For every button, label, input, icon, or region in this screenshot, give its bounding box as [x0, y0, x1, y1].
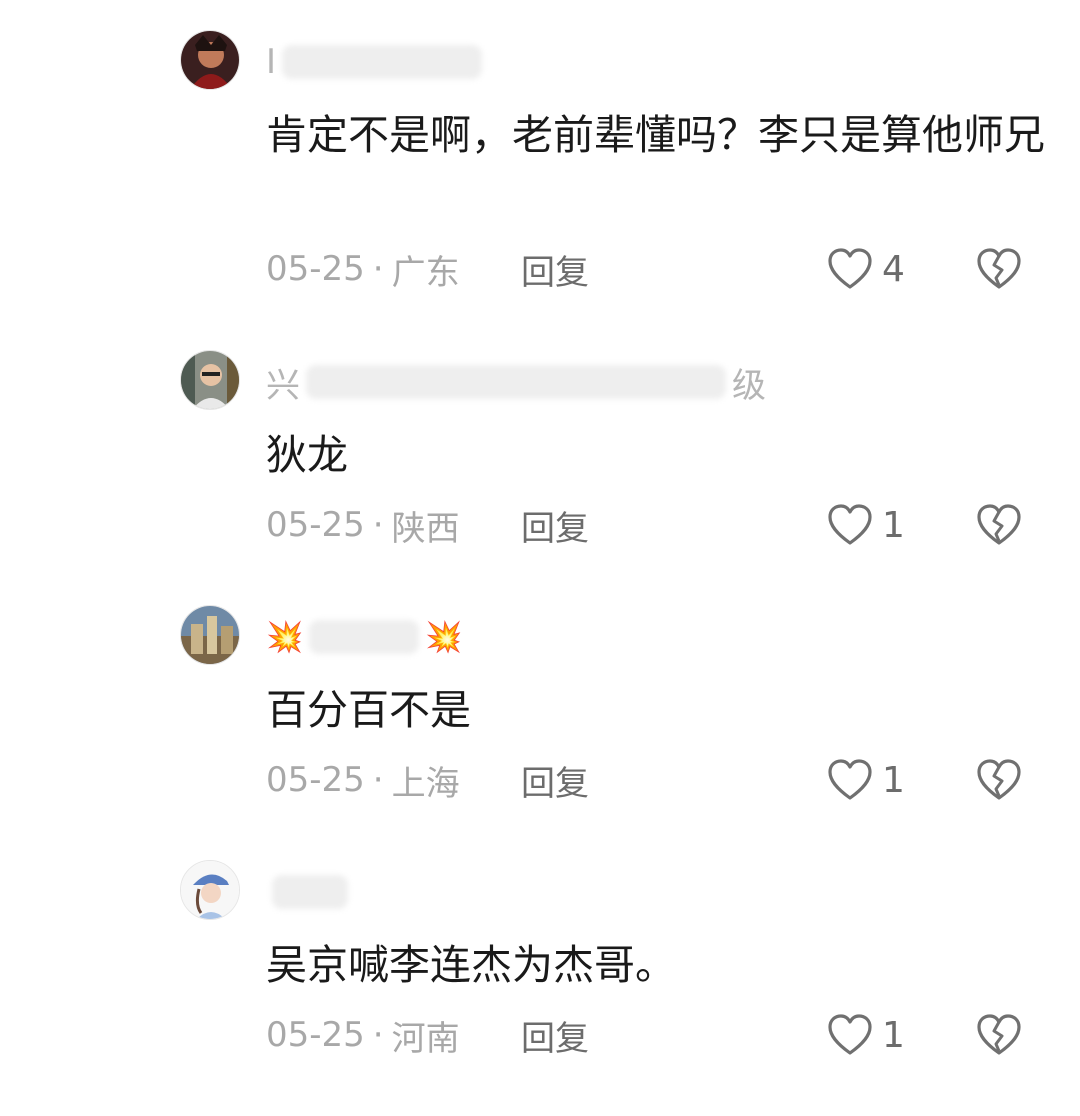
username-blurred [282, 45, 483, 79]
broken-heart-icon [977, 248, 1021, 289]
like-button[interactable]: 1 [826, 755, 905, 805]
reply-button[interactable]: 回复 [521, 244, 589, 294]
reply-button[interactable]: 回复 [521, 1010, 589, 1060]
meta-separator: · [372, 249, 384, 289]
dislike-button[interactable] [975, 755, 1023, 805]
comment-date: 05-25 [266, 760, 365, 800]
comment-text: 肯定不是啊，老前辈懂吗？李只是算他师兄 [266, 111, 1045, 159]
reply-button[interactable]: 回复 [521, 755, 589, 805]
comment-location: 上海 [391, 763, 460, 804]
meta-separator: · [372, 760, 384, 800]
comment-date: 05-25 [266, 505, 365, 545]
username-blurred [306, 365, 726, 399]
broken-heart-icon [977, 504, 1021, 545]
comment-meta: 05-25 · 河南 [266, 1010, 460, 1060]
avatar-image [181, 31, 239, 89]
comment-meta: 05-25 · 上海 [266, 755, 460, 805]
broken-heart-icon [977, 1014, 1021, 1055]
reply-button[interactable]: 回复 [521, 500, 589, 550]
dislike-button[interactable] [975, 1010, 1023, 1060]
username[interactable]: 兴 级 [266, 360, 766, 406]
username[interactable] [266, 870, 348, 914]
username-visible-part: 💥 [266, 619, 304, 655]
avatar-image [181, 861, 239, 919]
comment-item: Ⅰ 肯定不是啊，老前辈懂吗？李只是算他师兄 05-25 · 广东 回复 4 [0, 30, 1080, 293]
comment-date: 05-25 [266, 1015, 365, 1055]
like-button[interactable]: 4 [826, 244, 905, 294]
dislike-button[interactable] [975, 244, 1023, 294]
broken-heart-icon [977, 759, 1021, 800]
like-count: 1 [882, 1014, 905, 1056]
comment-location: 河南 [391, 1018, 460, 1059]
comment-text: 百分百不是 [266, 686, 471, 734]
like-button[interactable]: 1 [826, 500, 905, 550]
username-blurred [272, 875, 348, 909]
like-count: 1 [882, 504, 905, 546]
meta-separator: · [372, 1015, 384, 1055]
username-suffix: 💥 [425, 619, 463, 655]
avatar[interactable] [180, 30, 240, 90]
comment-text: 吴京喊李连杰为杰哥。 [266, 941, 676, 989]
comment-item: 吴京喊李连杰为杰哥。 05-25 · 河南 回复 1 [0, 860, 1080, 1116]
username-blurred [309, 620, 420, 654]
comment-meta: 05-25 · 广东 [266, 244, 460, 294]
heart-icon [828, 759, 872, 800]
comment-date: 05-25 [266, 249, 365, 289]
avatar-image [181, 351, 239, 409]
avatar[interactable] [180, 605, 240, 665]
avatar-image [181, 606, 239, 664]
heart-icon [828, 248, 872, 289]
dislike-button[interactable] [975, 500, 1023, 550]
comment-text: 狄龙 [266, 431, 348, 479]
comment-meta: 05-25 · 陕西 [266, 500, 460, 550]
avatar[interactable] [180, 350, 240, 410]
username[interactable]: 💥 💥 [266, 615, 463, 659]
like-count: 4 [882, 248, 905, 290]
like-button[interactable]: 1 [826, 1010, 905, 1060]
heart-icon [828, 504, 872, 545]
comment-item: 💥 💥 百分百不是 05-25 · 上海 回复 1 [0, 605, 1080, 861]
username-visible-part: 兴 [266, 365, 300, 406]
comment-location: 陕西 [391, 508, 460, 549]
comment-location: 广东 [391, 252, 460, 293]
username[interactable]: Ⅰ [266, 40, 483, 84]
comment-item: 兴 级 狄龙 05-25 · 陕西 回复 1 [0, 350, 1080, 606]
heart-icon [828, 1014, 872, 1055]
username-suffix: 级 [732, 365, 766, 406]
like-count: 1 [882, 759, 905, 801]
meta-separator: · [372, 505, 384, 545]
username-visible-part: Ⅰ [266, 42, 277, 82]
avatar[interactable] [180, 860, 240, 920]
